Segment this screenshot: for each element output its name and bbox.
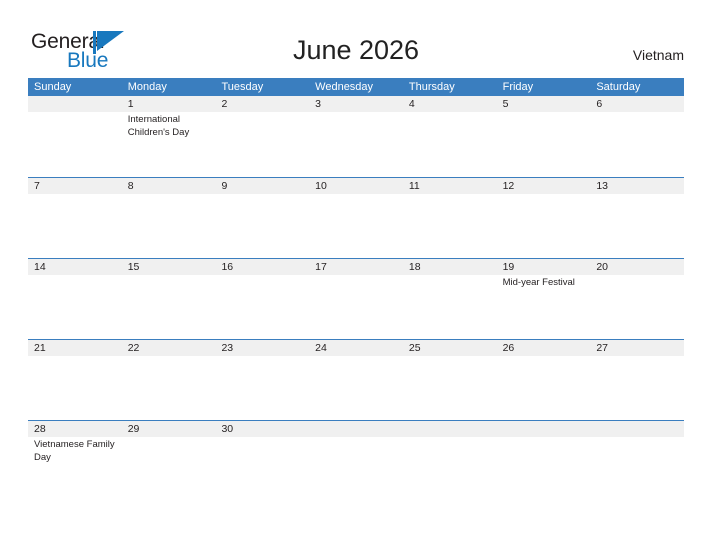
day-number: 25 (408, 342, 421, 354)
day-cell[interactable]: 30 (215, 421, 309, 501)
day-cell[interactable]: 26 (497, 340, 591, 420)
day-number: 17 (315, 261, 327, 273)
day-cell[interactable]: 18 (403, 259, 497, 339)
day-number: 23 (221, 342, 234, 354)
calendar-week-row: 28 Vietnamese Family Day 29 30 (28, 420, 684, 501)
day-cell[interactable]: 9 (215, 178, 309, 258)
day-number: 4 (408, 98, 415, 110)
weekday-header-saturday: Saturday (596, 81, 641, 93)
day-cell[interactable]: 3 (309, 96, 403, 177)
day-number: 10 (315, 180, 327, 192)
day-cell-empty (28, 96, 122, 177)
day-cell[interactable]: 23 (215, 340, 309, 420)
country-label: Vietnam (632, 47, 684, 63)
day-number: 11 (408, 180, 420, 192)
day-number: 8 (127, 180, 134, 192)
day-events: International Children's Day (128, 112, 211, 139)
page-title: June 2026 (292, 35, 420, 65)
day-cell[interactable]: 17 (309, 259, 403, 339)
day-number: 3 (315, 98, 321, 110)
day-number: 2 (221, 98, 228, 110)
calendar-grid: Sunday Monday Tuesday Wednesday Thursday… (28, 78, 684, 501)
day-number: 16 (221, 261, 234, 273)
day-cell-empty (497, 421, 591, 501)
weekday-header-monday: Monday (127, 81, 167, 93)
day-cell[interactable]: 16 (215, 259, 309, 339)
day-number: 19 (502, 261, 515, 273)
weekday-header-thursday: Thursday (408, 81, 455, 93)
day-number: 9 (221, 180, 228, 192)
weekday-header-friday: Friday (502, 81, 534, 93)
day-cell[interactable]: 19 Mid-year Festival (497, 259, 591, 339)
calendar-weeks: 1 International Children's Day 2 3 4 5 6 7 8 9 10 1… (28, 96, 684, 501)
day-cell[interactable]: 2 (215, 96, 309, 177)
day-cell[interactable]: 21 (28, 340, 122, 420)
day-number: 15 (127, 261, 140, 273)
day-number: 6 (596, 98, 603, 110)
day-cell[interactable]: 6 (590, 96, 684, 177)
holiday-event-label: Vietnamese Family Day (34, 439, 115, 463)
weekday-header-wednesday: Wednesday (315, 81, 374, 93)
day-cell[interactable]: 11 (403, 178, 497, 258)
day-events: Vietnamese Family Day (34, 437, 117, 464)
day-number: 27 (596, 342, 608, 354)
day-number: 14 (34, 261, 46, 273)
holiday-event-label: Mid-year Festival (502, 277, 575, 288)
day-number: 18 (408, 261, 421, 273)
calendar-week-row: 14 15 16 17 18 19 Mid-year Festival 20 (28, 258, 684, 339)
day-cell[interactable]: 20 (590, 259, 684, 339)
day-cell[interactable]: 12 (497, 178, 591, 258)
day-number: 22 (127, 342, 140, 354)
day-cell-empty (309, 421, 403, 501)
day-cell-empty (590, 421, 684, 501)
day-cell[interactable]: 1 International Children's Day (122, 96, 216, 177)
day-cell[interactable]: 25 (403, 340, 497, 420)
day-events: Mid-year Festival (503, 275, 586, 290)
day-cell-empty (403, 421, 497, 501)
holiday-event-label: International Children's Day (127, 114, 190, 138)
day-cell[interactable]: 14 (28, 259, 122, 339)
day-cell[interactable]: 28 Vietnamese Family Day (28, 421, 122, 501)
day-number: 1 (127, 98, 134, 110)
calendar-page: General Blue June 2026 Vietnam Sunday Mo… (0, 0, 712, 550)
day-number: 28 (34, 423, 46, 435)
day-number: 7 (34, 180, 40, 192)
weekday-header-row: Sunday Monday Tuesday Wednesday Thursday… (28, 78, 684, 96)
day-cell[interactable]: 5 (497, 96, 591, 177)
day-number: 21 (34, 342, 46, 354)
page-header: General Blue June 2026 Vietnam (0, 0, 712, 76)
day-number: 26 (502, 342, 515, 354)
day-cell[interactable]: 24 (309, 340, 403, 420)
day-number: 5 (502, 98, 509, 110)
day-number: 29 (127, 423, 140, 435)
day-cell[interactable]: 27 (590, 340, 684, 420)
calendar-week-row: 7 8 9 10 11 12 13 (28, 177, 684, 258)
day-number: 30 (221, 423, 234, 435)
weekday-header-sunday: Sunday (34, 81, 72, 93)
day-number: 24 (315, 342, 327, 354)
day-number: 13 (596, 180, 608, 192)
day-number: 20 (596, 261, 608, 273)
day-cell[interactable]: 4 (403, 96, 497, 177)
day-cell[interactable]: 15 (122, 259, 216, 339)
weekday-header-tuesday: Tuesday (221, 81, 264, 93)
day-cell[interactable]: 7 (28, 178, 122, 258)
day-cell[interactable]: 29 (122, 421, 216, 501)
day-cell[interactable]: 13 (590, 178, 684, 258)
day-cell[interactable]: 10 (309, 178, 403, 258)
calendar-week-row: 1 International Children's Day 2 3 4 5 6 (28, 96, 684, 177)
day-cell[interactable]: 8 (122, 178, 216, 258)
day-cell[interactable]: 22 (122, 340, 216, 420)
day-number: 12 (502, 180, 515, 192)
calendar-week-row: 21 22 23 24 25 26 27 (28, 339, 684, 420)
